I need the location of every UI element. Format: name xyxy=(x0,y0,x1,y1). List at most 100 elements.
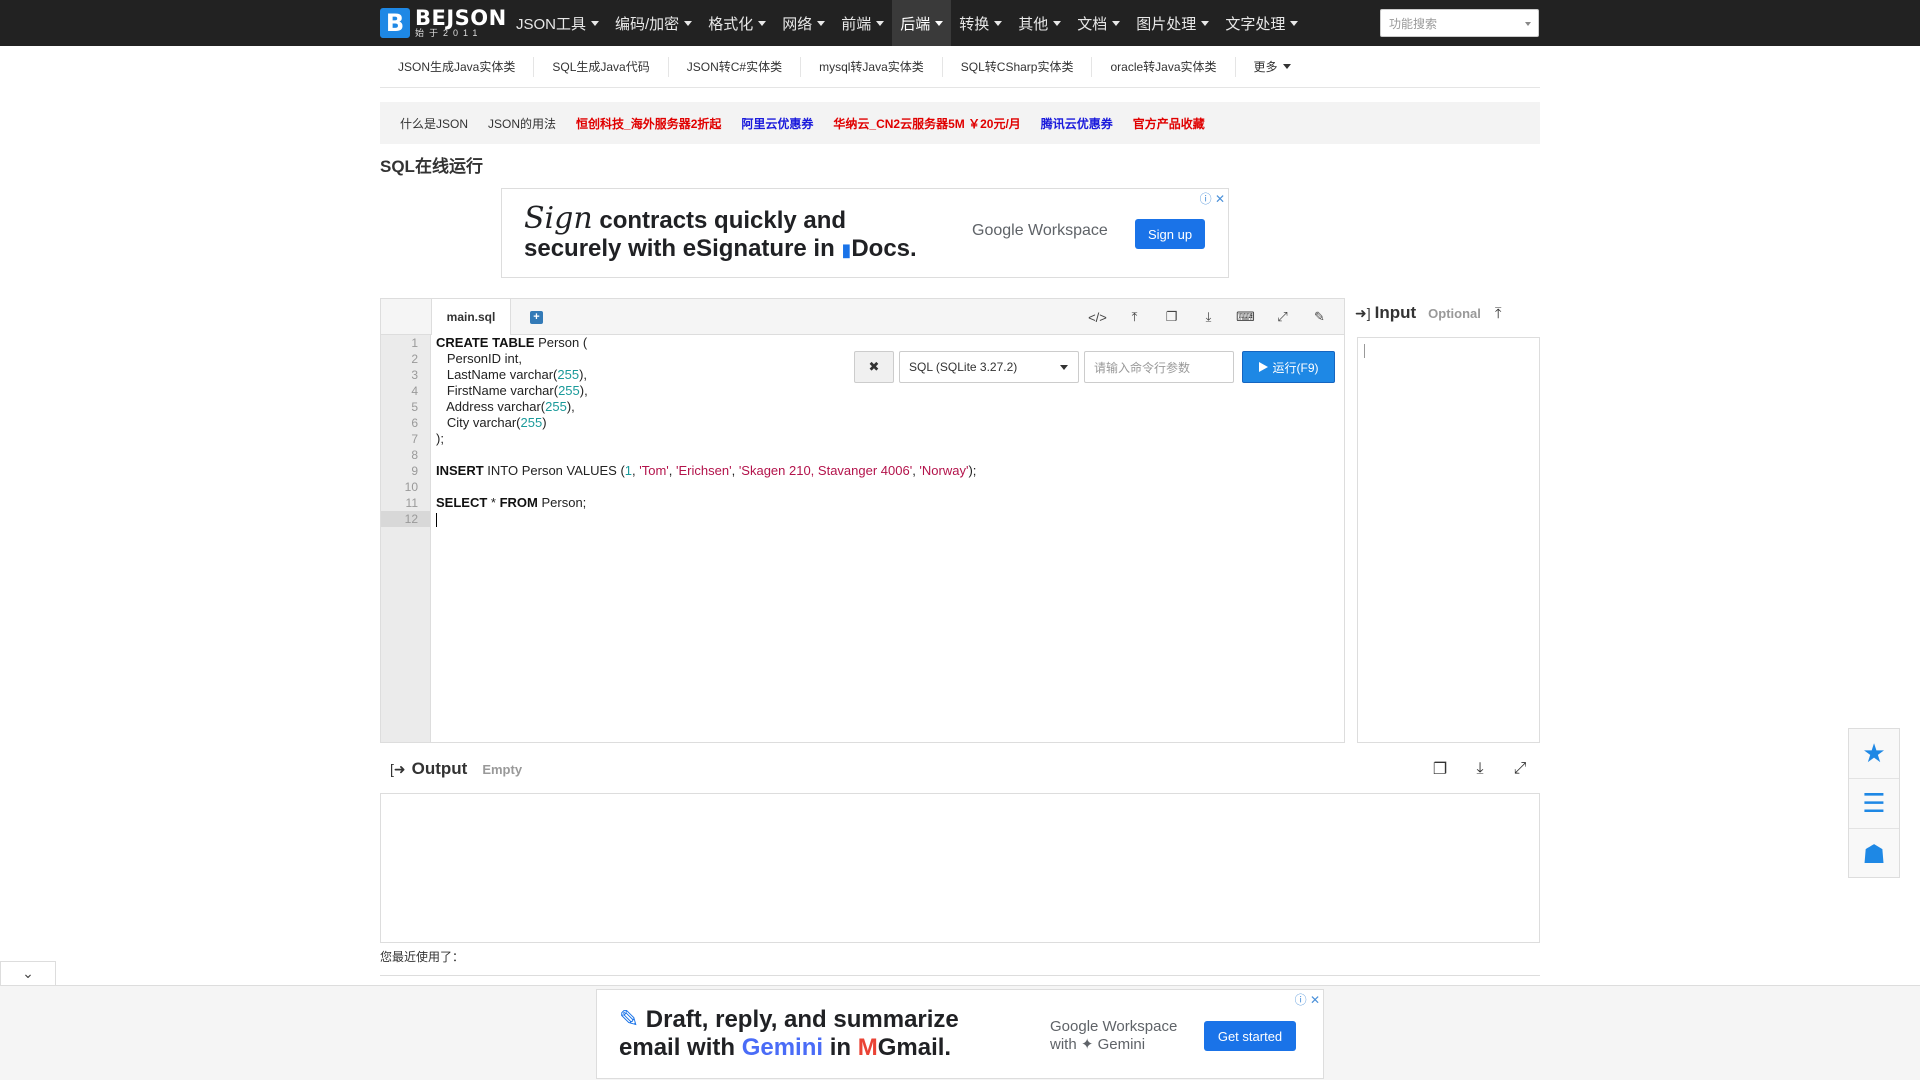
menu-format[interactable]: 格式化 xyxy=(700,0,774,46)
subnav-oracle-java[interactable]: oracle转Java实体类 xyxy=(1092,56,1236,77)
language-select[interactable]: SQL (SQLite 3.27.2) xyxy=(899,351,1079,383)
ad-signup-button[interactable]: Sign up xyxy=(1135,219,1205,249)
menu-other[interactable]: 其他 xyxy=(1010,0,1069,46)
ad-banner-bottom[interactable]: ✎ Draft, reply, and summarize email with… xyxy=(596,989,1324,1079)
caret-down-icon xyxy=(1053,20,1062,26)
link-huanayun[interactable]: 华纳云_CN2云服务器5M ￥20元/月 xyxy=(833,115,1020,132)
floating-sidebar: ★ ☰ ☗ xyxy=(1848,728,1900,878)
editor-tabbar: main.sql + </> ⤒ ❐ ⤓ ⌨ ⤢ ✎ xyxy=(381,299,1344,335)
caret-down-icon xyxy=(935,20,944,26)
caret-down-icon xyxy=(876,20,885,26)
gmail-icon: M xyxy=(857,1034,878,1061)
subnav-more[interactable]: 更多 xyxy=(1236,57,1309,77)
caret-down-icon xyxy=(1112,20,1121,26)
subnav-mysql-java[interactable]: mysql转Java实体类 xyxy=(801,56,943,77)
run-controls: ✖ SQL (SQLite 3.27.2) 请输入命令行参数 运行(F9) xyxy=(854,351,1335,383)
tab-main-sql[interactable]: main.sql xyxy=(431,299,511,335)
menu-frontend[interactable]: 前端 xyxy=(833,0,892,46)
link-what-is-json[interactable]: 什么是JSON xyxy=(400,115,468,132)
link-aliyun[interactable]: 阿里云优惠券 xyxy=(741,115,813,132)
promo-link-bar: 什么是JSON JSON的用法 恒创科技_海外服务器2折起 阿里云优惠券 华纳云… xyxy=(380,102,1540,144)
upload-icon[interactable]: ⤒ xyxy=(1495,305,1502,322)
divider xyxy=(380,975,1540,976)
recent-used-label: 您最近使用了： xyxy=(380,950,465,964)
input-hint: Optional xyxy=(1428,305,1481,321)
line-number: 7 xyxy=(411,432,418,446)
site-logo[interactable]: B BEJSON 始于2011 xyxy=(380,6,507,40)
keyboard-icon[interactable]: ⌨ xyxy=(1227,309,1264,325)
logo-name: BEJSON xyxy=(415,5,507,30)
menu-network[interactable]: 网络 xyxy=(774,0,833,46)
code-line: CREATE TABLE Person ( xyxy=(436,335,588,350)
menu-icon[interactable]: ☰ xyxy=(1849,779,1899,829)
function-search-placeholder: 功能搜索 xyxy=(1389,16,1438,31)
add-file-icon[interactable]: + xyxy=(530,311,543,324)
menu-json-tools[interactable]: JSON工具 xyxy=(508,0,607,46)
code-line xyxy=(436,511,1336,527)
subnav-json-csharp[interactable]: JSON转C#实体类 xyxy=(669,56,802,77)
output-toolbar: ❐ ⤓ ⤢ xyxy=(1420,756,1540,782)
function-search[interactable]: 功能搜索 xyxy=(1380,9,1539,37)
menu-docs[interactable]: 文档 xyxy=(1069,0,1128,46)
run-button[interactable]: 运行(F9) xyxy=(1242,351,1335,383)
subnav-sql-csharp[interactable]: SQL转CSharp实体类 xyxy=(943,56,1093,77)
ad-get-started-button[interactable]: Get started xyxy=(1204,1021,1296,1051)
link-tencent[interactable]: 腾讯云优惠券 xyxy=(1041,115,1113,132)
ad-close-icon[interactable]: ⓘ ✕ xyxy=(1295,991,1320,1008)
command-args-input[interactable]: 请输入命令行参数 xyxy=(1084,351,1234,383)
output-area[interactable] xyxy=(380,793,1540,943)
upload-icon[interactable]: ⤒ xyxy=(1116,309,1153,325)
menu-encode[interactable]: 编码/加密 xyxy=(607,0,700,46)
menu-text[interactable]: 文字处理 xyxy=(1217,0,1306,46)
qq-icon[interactable]: ☗ xyxy=(1849,829,1899,879)
line-number: 4 xyxy=(411,384,418,398)
fullscreen-icon[interactable]: ⤢ xyxy=(1500,760,1540,778)
star-icon[interactable]: ★ xyxy=(1849,729,1899,779)
ad-banner-top[interactable]: Sign contracts quickly and securely with… xyxy=(501,188,1229,278)
subnav-sql-java[interactable]: SQL生成Java代码 xyxy=(534,56,669,77)
link-favorites[interactable]: 官方产品收藏 xyxy=(1133,115,1205,132)
menu-image[interactable]: 图片处理 xyxy=(1128,0,1217,46)
text-cursor xyxy=(1364,344,1365,358)
line-number: 5 xyxy=(411,400,418,414)
code-icon[interactable]: </> xyxy=(1079,310,1116,325)
link-hengchuang[interactable]: 恒创科技_海外服务器2折起 xyxy=(576,115,721,132)
copy-icon[interactable]: ❐ xyxy=(1420,759,1460,779)
edit-icon[interactable]: ✎ xyxy=(1301,309,1338,325)
logo-icon: B xyxy=(380,8,410,38)
ad-close-icon[interactable]: ⓘ ✕ xyxy=(1200,190,1225,207)
ad-brand: Google Workspace with ✦ Gemini xyxy=(1050,1018,1178,1053)
fullscreen-icon[interactable]: ⤢ xyxy=(1264,309,1301,325)
line-number-gutter: 1 2 3 4 5 6 7 8 9 10 11 12 xyxy=(381,335,431,742)
line-number: 12 xyxy=(381,511,430,527)
menu-backend[interactable]: 后端 xyxy=(892,0,952,46)
play-icon xyxy=(1258,362,1268,372)
subnav-json-java[interactable]: JSON生成Java实体类 xyxy=(380,56,535,77)
menu-convert[interactable]: 转换 xyxy=(951,0,1010,46)
code-line: Address varchar(255), xyxy=(436,399,575,414)
command-args-placeholder: 请输入命令行参数 xyxy=(1094,360,1191,375)
copy-icon[interactable]: ❐ xyxy=(1153,309,1190,325)
caret-down-icon xyxy=(758,20,767,26)
code-editor: main.sql + </> ⤒ ❐ ⤓ ⌨ ⤢ ✎ 1 2 3 4 5 6 7… xyxy=(380,298,1345,743)
link-json-usage[interactable]: JSON的用法 xyxy=(488,115,556,132)
caret-down-icon xyxy=(817,20,826,26)
ad-headline: ✎ Draft, reply, and summarize email with… xyxy=(619,1006,959,1061)
line-number: 11 xyxy=(405,496,418,510)
sign-in-icon: ➜] xyxy=(1355,304,1371,321)
line-number: 2 xyxy=(411,352,418,366)
download-icon[interactable]: ⤓ xyxy=(1190,309,1227,325)
ad-brand: Google Workspace xyxy=(972,222,1108,239)
line-number: 9 xyxy=(411,464,418,478)
editor-toolbar: </> ⤒ ❐ ⤓ ⌨ ⤢ ✎ xyxy=(1079,299,1338,335)
text-cursor xyxy=(436,512,437,527)
line-number: 6 xyxy=(411,416,418,430)
clear-button[interactable]: ✖ xyxy=(854,351,894,383)
chevron-down-icon[interactable]: ⌄ xyxy=(0,961,56,985)
line-number: 8 xyxy=(411,448,418,462)
download-icon[interactable]: ⤓ xyxy=(1460,760,1500,778)
code-line: FirstName varchar(255), xyxy=(436,383,588,398)
input-title: Input xyxy=(1374,303,1417,322)
stdin-input[interactable] xyxy=(1357,337,1540,743)
